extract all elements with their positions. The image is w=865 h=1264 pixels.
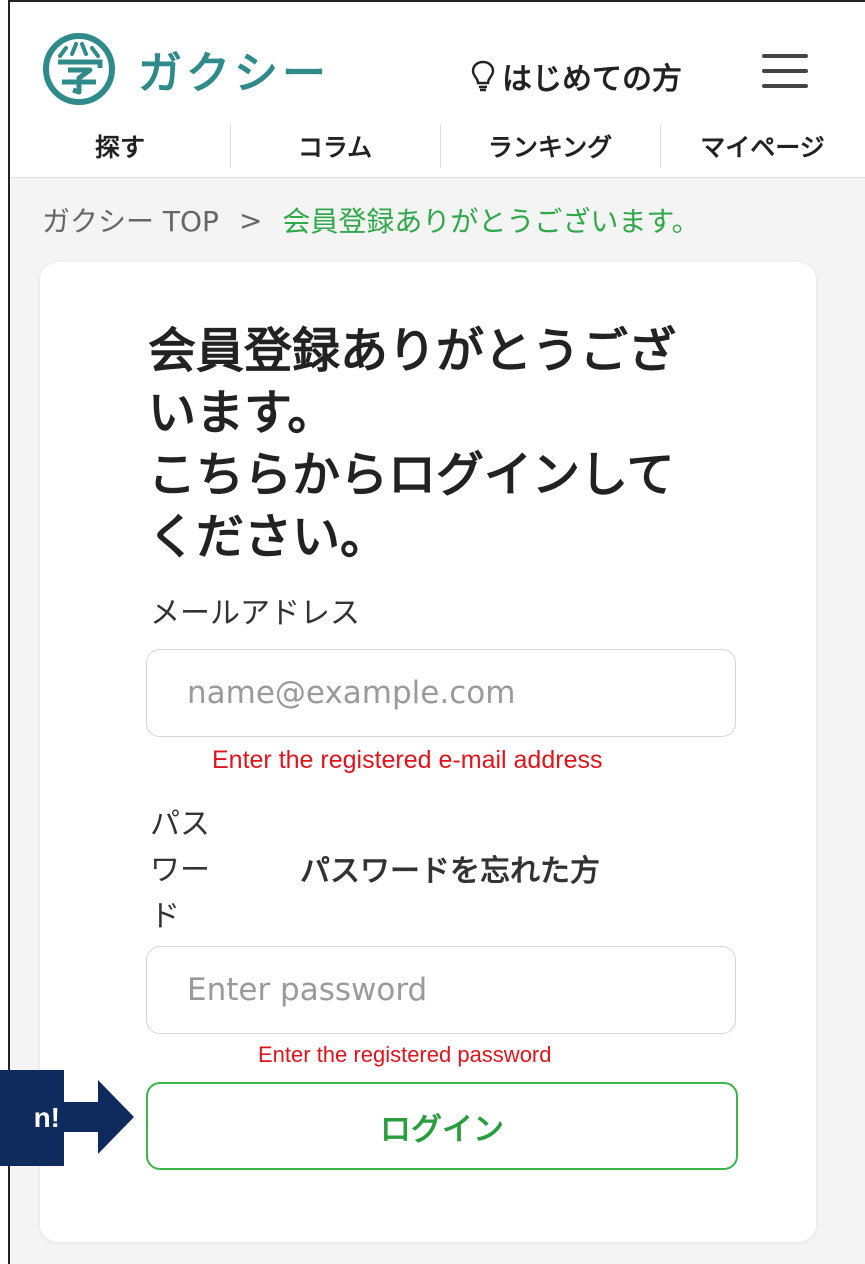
beginner-link-label: はじめての方 <box>502 62 682 97</box>
nav-divider <box>230 124 231 168</box>
email-input[interactable] <box>146 649 736 737</box>
nav-divider <box>440 124 441 168</box>
site-header: ガクシー はじめての方 探す コラム ランキング マイページ <box>10 2 865 178</box>
main-nav: 探す コラム ランキング マイページ <box>10 114 865 178</box>
beginner-link[interactable]: はじめての方 <box>470 54 682 98</box>
breadcrumb: ガクシー TOP > 会員登録ありがとうございます。 <box>42 200 700 240</box>
logo-text: ガクシー <box>138 48 330 99</box>
login-button[interactable]: ログイン <box>146 1082 738 1170</box>
email-hint-annotation: Enter the registered e-mail address <box>212 746 603 774</box>
hamburger-menu-icon[interactable] <box>762 54 808 90</box>
breadcrumb-current: 会員登録ありがとうございます。 <box>282 205 700 238</box>
callout-text: n! <box>33 1102 60 1133</box>
password-label: パス ワー ド <box>150 807 210 934</box>
nav-item-mypage[interactable]: マイページ <box>660 114 865 178</box>
nav-item-search[interactable]: 探す <box>10 114 230 178</box>
forgot-password-link[interactable]: パスワードを忘れた方 <box>300 846 600 890</box>
instruction-callout: n! <box>0 1070 64 1166</box>
page-title: 会員登録ありがとうござ います。 こちらからログインして ください。 <box>148 323 677 565</box>
nav-item-column[interactable]: コラム <box>230 114 440 178</box>
password-input[interactable] <box>146 946 736 1034</box>
logo-mark-icon <box>43 33 115 105</box>
site-logo[interactable]: ガクシー <box>42 32 330 106</box>
nav-divider <box>660 124 661 168</box>
password-hint-annotation: Enter the registered password <box>258 1042 552 1067</box>
lightbulb-icon <box>471 60 495 92</box>
login-card: 会員登録ありがとうござ います。 こちらからログインして ください。 メールアド… <box>40 262 816 1242</box>
breadcrumb-home[interactable]: ガクシー TOP <box>42 200 219 240</box>
nav-item-ranking[interactable]: ランキング <box>440 114 660 178</box>
email-label: メールアドレス <box>150 596 360 631</box>
arrow-right-icon <box>64 1080 134 1154</box>
breadcrumb-separator: > <box>238 203 263 237</box>
